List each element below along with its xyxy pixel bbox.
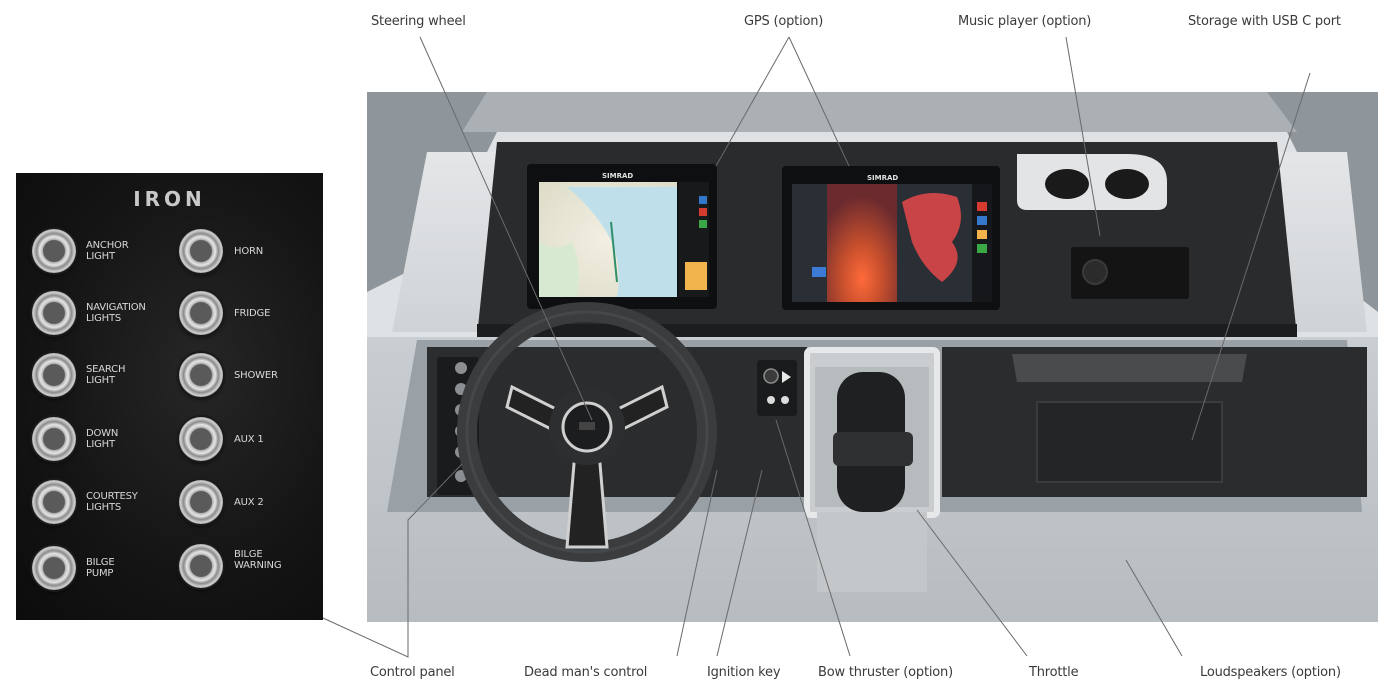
switch-label: SHOWER [234,370,278,381]
label-dead-mans-control: Dead man's control [524,665,648,680]
label-gps: GPS (option) [744,14,824,29]
switch-label: COURTESY LIGHTS [86,491,138,513]
switch-label: HORN [234,246,264,257]
switch-shower [179,353,223,397]
switch-panel-photo: IRON ANCHOR LIGHT NAVIGATION LIGHTS SEAR… [16,173,323,620]
label-control-panel: Control panel [370,665,455,680]
switch-label: AUX 1 [234,434,264,445]
switch-label: NAVIGATION LIGHTS [86,302,146,324]
label-throttle: Throttle [1029,665,1079,680]
switch-bilge-warning [179,544,223,588]
label-loudspeakers: Loudspeakers (option) [1200,665,1341,680]
switch-down-light [32,417,76,461]
right-screen-brand: SIMRAD [867,174,898,182]
switch-navigation-lights [32,291,76,335]
switch-aux-1 [179,417,223,461]
switch-anchor-light [32,229,76,273]
switch-label: BILGE PUMP [86,557,115,579]
panel-brand-logo: IRON [133,187,206,211]
switch-fridge [179,291,223,335]
switch-bilge-pump [32,546,76,590]
switch-courtesy-lights [32,480,76,524]
switch-search-light [32,353,76,397]
switch-label: AUX 2 [234,497,264,508]
dashboard-illustration: SIMRAD SIMRAD [367,92,1378,622]
switch-label: SEARCH LIGHT [86,364,126,386]
switch-horn [179,229,223,273]
switch-aux-2 [179,480,223,524]
left-screen-brand: SIMRAD [602,172,633,180]
label-bow-thruster: Bow thruster (option) [818,665,953,680]
switch-label: DOWN LIGHT [86,428,119,450]
label-ignition-key: Ignition key [707,665,781,680]
switch-label: FRIDGE [234,308,271,319]
switch-label: ANCHOR LIGHT [86,240,129,262]
dashboard-render: SIMRAD SIMRAD [367,92,1378,622]
label-steering-wheel: Steering wheel [371,14,466,29]
switch-label: BILGE WARNING [234,549,282,571]
label-music-player: Music player (option) [958,14,1092,29]
label-storage: Storage with USB C port [1188,14,1341,29]
